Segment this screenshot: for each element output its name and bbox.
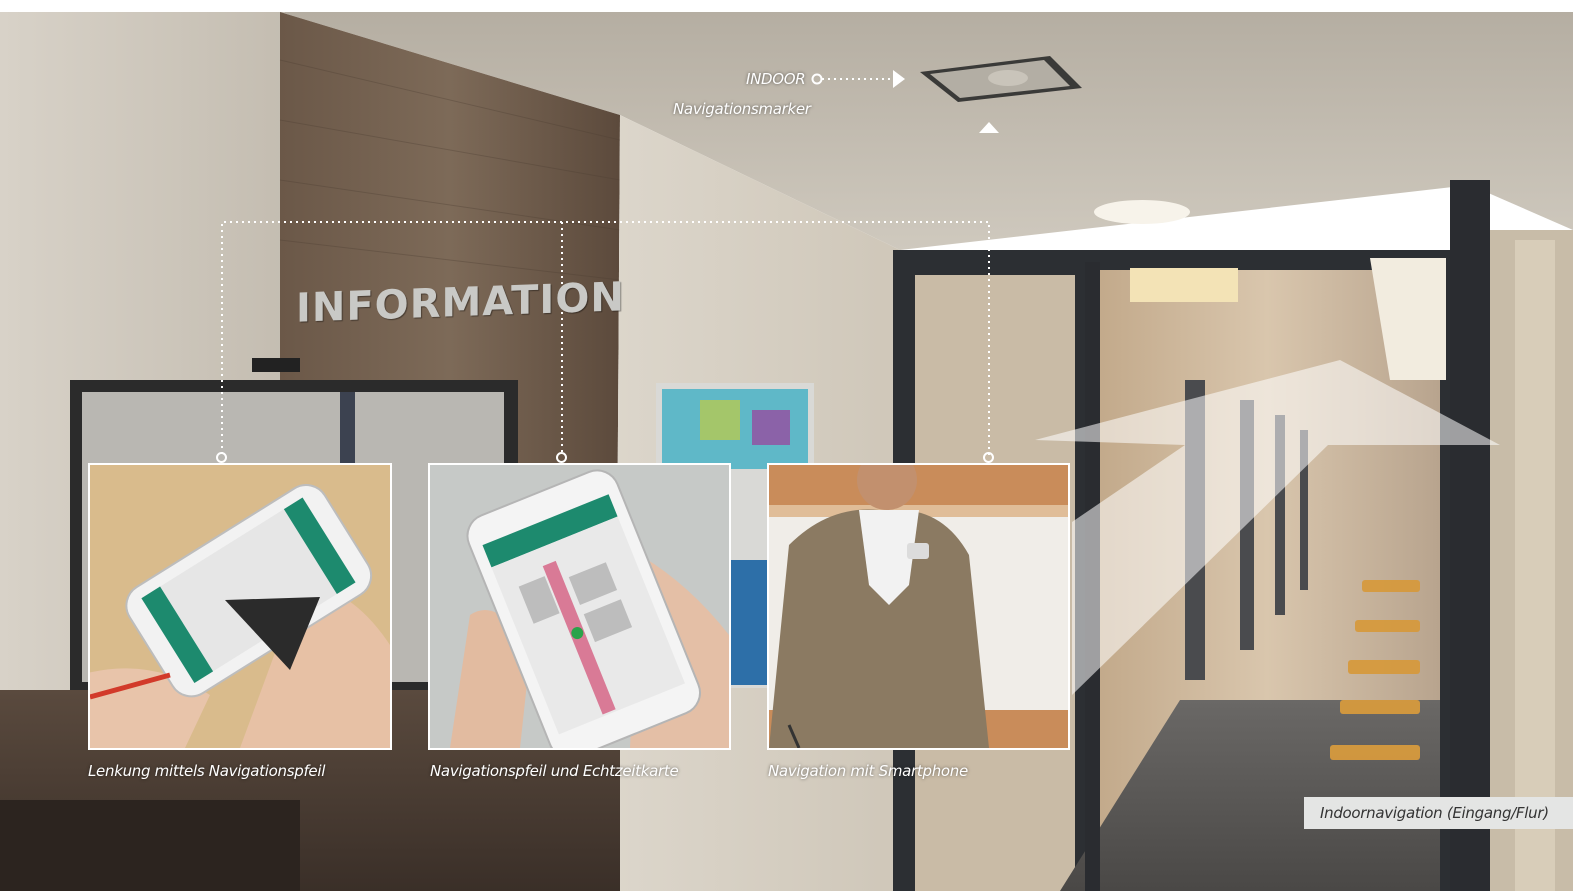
caption-thumbnail-1: Lenkung mittels Navigationspfeil (88, 762, 326, 780)
area-label: Indoornavigation (Eingang/Flur) (1304, 797, 1573, 829)
arrow-up-icon (979, 122, 999, 133)
thumbnail-smartphone-navigation (767, 463, 1070, 750)
caption-thumbnail-3: Navigation mit Smartphone (768, 762, 968, 780)
callout-line-marker (221, 221, 990, 455)
person-smartphone-illustration (769, 465, 1068, 748)
thumbnail-navigation-arrow (88, 463, 392, 750)
thumbnail-realtime-map (428, 463, 731, 750)
callout-dot-1 (216, 452, 227, 463)
marker-subtitle: Navigationsmarker (673, 100, 811, 118)
callout-lines (221, 70, 999, 455)
phone-arrow-illustration (90, 465, 390, 748)
callout-dot-2 (556, 452, 567, 463)
marker-title: INDOOR (746, 70, 806, 88)
marker-origin-dot (811, 73, 823, 85)
scene-photo: INFORMATION INDOOR Navigationsmarker Len… (0, 0, 1573, 891)
callout-dot-3 (983, 452, 994, 463)
phone-map-illustration (430, 465, 729, 748)
caption-thumbnail-2: Navigationspfeil und Echtzeitkarte (430, 762, 679, 780)
arrow-right-icon (893, 70, 905, 88)
